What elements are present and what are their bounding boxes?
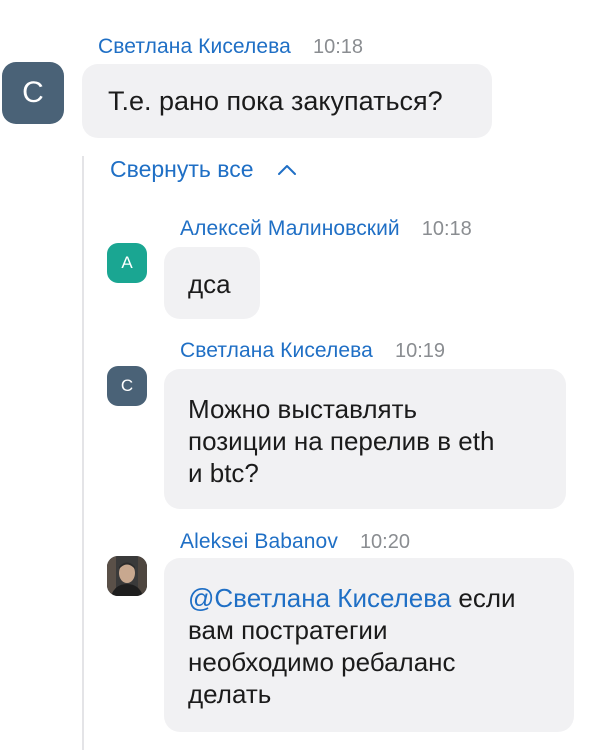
reply-bubble: Можно выставлять позиции на перелив в et… <box>164 369 566 509</box>
avatar-letter: А <box>121 253 133 272</box>
chevron-up-icon <box>277 164 296 175</box>
author-name[interactable]: Светлана Киселева <box>180 339 373 363</box>
message-text: Т.е. рано пока закупаться? <box>108 86 443 116</box>
author-name[interactable]: Алексей Малиновский <box>180 217 400 241</box>
profile-photo-icon <box>107 556 147 596</box>
author-name[interactable]: Aleksei Babanov <box>180 530 338 554</box>
message-time: 10:20 <box>359 531 410 553</box>
reply-text-line: Можно выставлять <box>188 394 418 424</box>
avatar-letter: С <box>120 376 134 395</box>
author-name[interactable]: Светлана Киселева <box>98 35 291 59</box>
reply-bubble: @Светлана Киселева если вам постратегии … <box>164 558 574 732</box>
reply-text-line: необходимо ребаланс <box>188 647 456 677</box>
message-time: 10:19 <box>394 340 446 362</box>
reply-text-line: вам постратегии <box>188 615 388 645</box>
collapse-all-button[interactable]: Свернуть все <box>110 156 298 183</box>
reply-text: если <box>451 583 516 613</box>
message-header: Светлана Киселева 10:18 <box>98 35 363 59</box>
user-mention-link[interactable]: @Светлана Киселева <box>188 583 451 613</box>
message-bubble: Т.е. рано пока закупаться? <box>82 64 492 138</box>
reply-text-line: @Светлана Киселева если <box>188 582 574 614</box>
message-time: 10:18 <box>421 218 472 240</box>
chat-thread-view: Светлана Киселева 10:18 С Т.е. рано пока… <box>0 0 608 750</box>
reply-text-line: позиции на перелив в eth <box>188 426 495 456</box>
reply-text: дса <box>188 269 231 299</box>
avatar[interactable]: С <box>2 62 64 124</box>
reply-header: Светлана Киселева 10:19 <box>180 339 445 363</box>
reply-bubble: дса <box>164 247 260 319</box>
avatar[interactable] <box>107 556 147 596</box>
avatar[interactable]: А <box>107 243 147 283</box>
message-time: 10:18 <box>312 36 364 58</box>
avatar[interactable]: С <box>107 366 147 406</box>
avatar-letter: С <box>22 76 44 109</box>
reply-text-line: делать <box>188 679 272 709</box>
reply-header: Aleksei Babanov 10:20 <box>180 530 410 554</box>
reply-header: Алексей Малиновский 10:18 <box>180 217 472 241</box>
collapse-all-label: Свернуть все <box>110 156 254 182</box>
reply-text-line: и btc? <box>188 458 259 488</box>
thread-line <box>82 156 84 750</box>
